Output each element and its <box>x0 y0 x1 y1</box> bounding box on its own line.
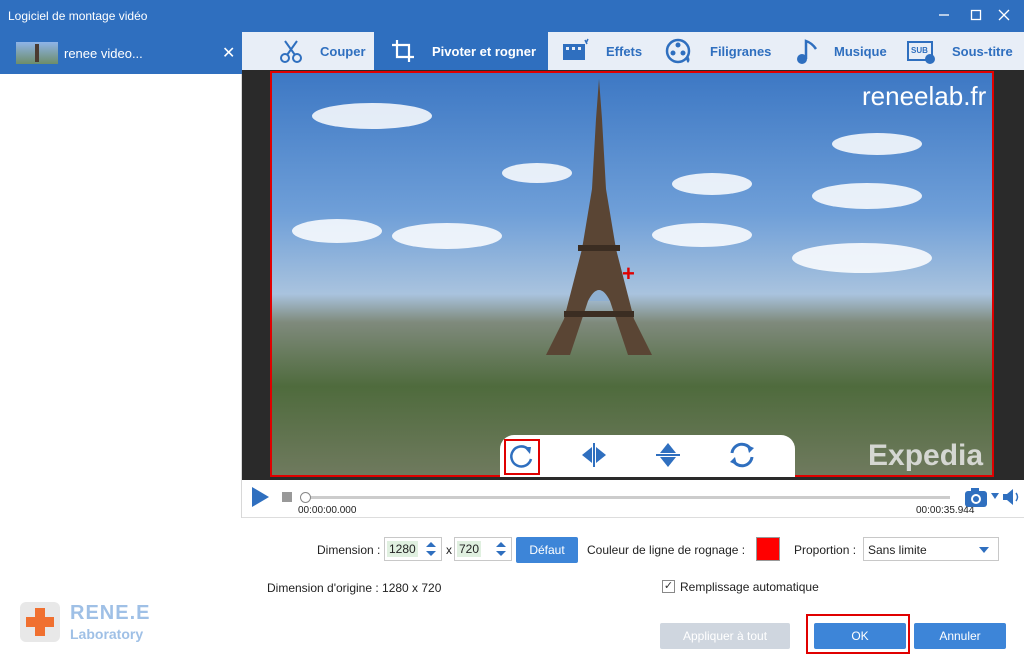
reset-rotation-icon <box>730 442 754 468</box>
dimension-separator: x <box>446 543 452 557</box>
file-list-panel: renee video... ✕ <box>0 32 242 518</box>
volume-icon[interactable] <box>1002 488 1022 506</box>
subtitle-icon: SUB <box>907 41 935 64</box>
flip-vertical-button[interactable] <box>652 439 688 475</box>
window-title: Logiciel de montage vidéo <box>8 9 148 23</box>
tab-filigranes[interactable]: Filigranes <box>660 32 780 70</box>
crop-color-swatch[interactable] <box>756 537 780 561</box>
stepper-arrows-icon <box>496 542 506 556</box>
effects-film-icon <box>563 38 589 60</box>
player-bar: 00:00:00.000 00:00:35.944 <box>242 480 1024 518</box>
file-tab[interactable]: renee video... ✕ <box>0 32 242 74</box>
tab-couper[interactable]: Couper <box>272 32 372 70</box>
settings-panel: Dimension : 1280 x 720 Défaut Couleur de… <box>0 518 1024 658</box>
play-icon[interactable] <box>250 486 270 508</box>
reset-rotation-button[interactable] <box>726 439 762 475</box>
maximize-button[interactable] <box>964 4 988 28</box>
default-button[interactable]: Défaut <box>516 537 578 563</box>
maximize-icon <box>970 9 982 21</box>
flip-horizontal-button[interactable] <box>578 439 614 475</box>
flip-vertical-icon <box>656 443 680 467</box>
tab-musique[interactable]: Musique <box>788 32 888 70</box>
rotate-clockwise-button[interactable] <box>504 439 540 475</box>
seek-slider-knob[interactable] <box>300 492 311 503</box>
crop-rotate-icon <box>392 40 414 62</box>
logo-text: RENE.E <box>70 602 151 624</box>
expedia-watermark: Expedia <box>868 439 984 472</box>
height-value[interactable]: 720 <box>457 541 482 557</box>
eiffel-tower-image <box>546 79 652 355</box>
chevron-down-icon <box>979 547 989 553</box>
proportion-label: Proportion : <box>794 543 857 557</box>
svg-text:SUB: SUB <box>911 46 928 55</box>
rotate-flip-toolbar <box>500 435 795 477</box>
title-bar: Logiciel de montage vidéo <box>0 0 1024 32</box>
crop-center-crosshair-icon[interactable]: + <box>622 261 635 287</box>
watermark-text: reneelab.fr <box>862 81 987 111</box>
feature-tab-bar: Couper Pivoter et rogner Effets Filigran… <box>242 32 1024 70</box>
width-stepper[interactable]: 1280 <box>384 537 442 561</box>
scissors-icon <box>280 40 302 63</box>
minimize-icon <box>939 14 949 16</box>
auto-fill-checkbox[interactable]: ✓ <box>662 580 675 593</box>
watermark-reel-icon <box>665 38 691 64</box>
crop-frame[interactable]: reneelab.fr Expedia + <box>270 71 994 477</box>
cancel-button[interactable]: Annuler <box>914 623 1006 649</box>
minimize-button[interactable] <box>932 4 956 28</box>
dimension-label: Dimension : <box>317 543 381 557</box>
crop-color-label: Couleur de ligne de rognage : <box>587 543 746 557</box>
logo-subtext: Laboratory <box>70 626 144 642</box>
ok-button[interactable]: OK <box>814 623 906 649</box>
file-name: renee video... <box>64 46 143 61</box>
close-window-button[interactable] <box>992 4 1016 28</box>
tab-sous-titre[interactable]: SUB Sous-titre <box>904 32 1020 70</box>
stepper-arrows-icon <box>426 542 436 556</box>
auto-fill-label: Remplissage automatique <box>680 580 819 594</box>
height-stepper[interactable]: 720 <box>454 537 512 561</box>
renee-logo: RENE.E Laboratory <box>16 600 166 646</box>
video-thumbnail <box>16 42 58 64</box>
apply-all-button[interactable]: Appliquer à tout <box>660 623 790 649</box>
tab-effets[interactable]: Effets <box>556 32 656 70</box>
music-note-icon <box>797 39 818 64</box>
video-preview-area: reneelab.fr Expedia + ▼ <box>242 70 1024 480</box>
seek-slider[interactable] <box>300 492 950 503</box>
camera-snapshot-icon[interactable] <box>964 486 988 508</box>
close-icon <box>998 9 1010 21</box>
rotate-clockwise-icon <box>510 445 533 468</box>
tab-pivoter-rogner[interactable]: Pivoter et rogner <box>374 32 548 70</box>
logo-cross-icon <box>20 602 60 642</box>
flip-horizontal-icon <box>582 443 606 467</box>
close-file-icon[interactable]: ✕ <box>222 43 235 63</box>
width-value[interactable]: 1280 <box>387 541 418 557</box>
snapshot-dropdown-icon[interactable] <box>990 492 1000 500</box>
current-time: 00:00:00.000 <box>298 505 357 516</box>
stop-icon[interactable] <box>282 492 292 502</box>
proportion-value: Sans limite <box>868 543 927 557</box>
proportion-select[interactable]: Sans limite <box>863 537 999 561</box>
original-dimension: Dimension d'origine : 1280 x 720 <box>267 581 442 595</box>
